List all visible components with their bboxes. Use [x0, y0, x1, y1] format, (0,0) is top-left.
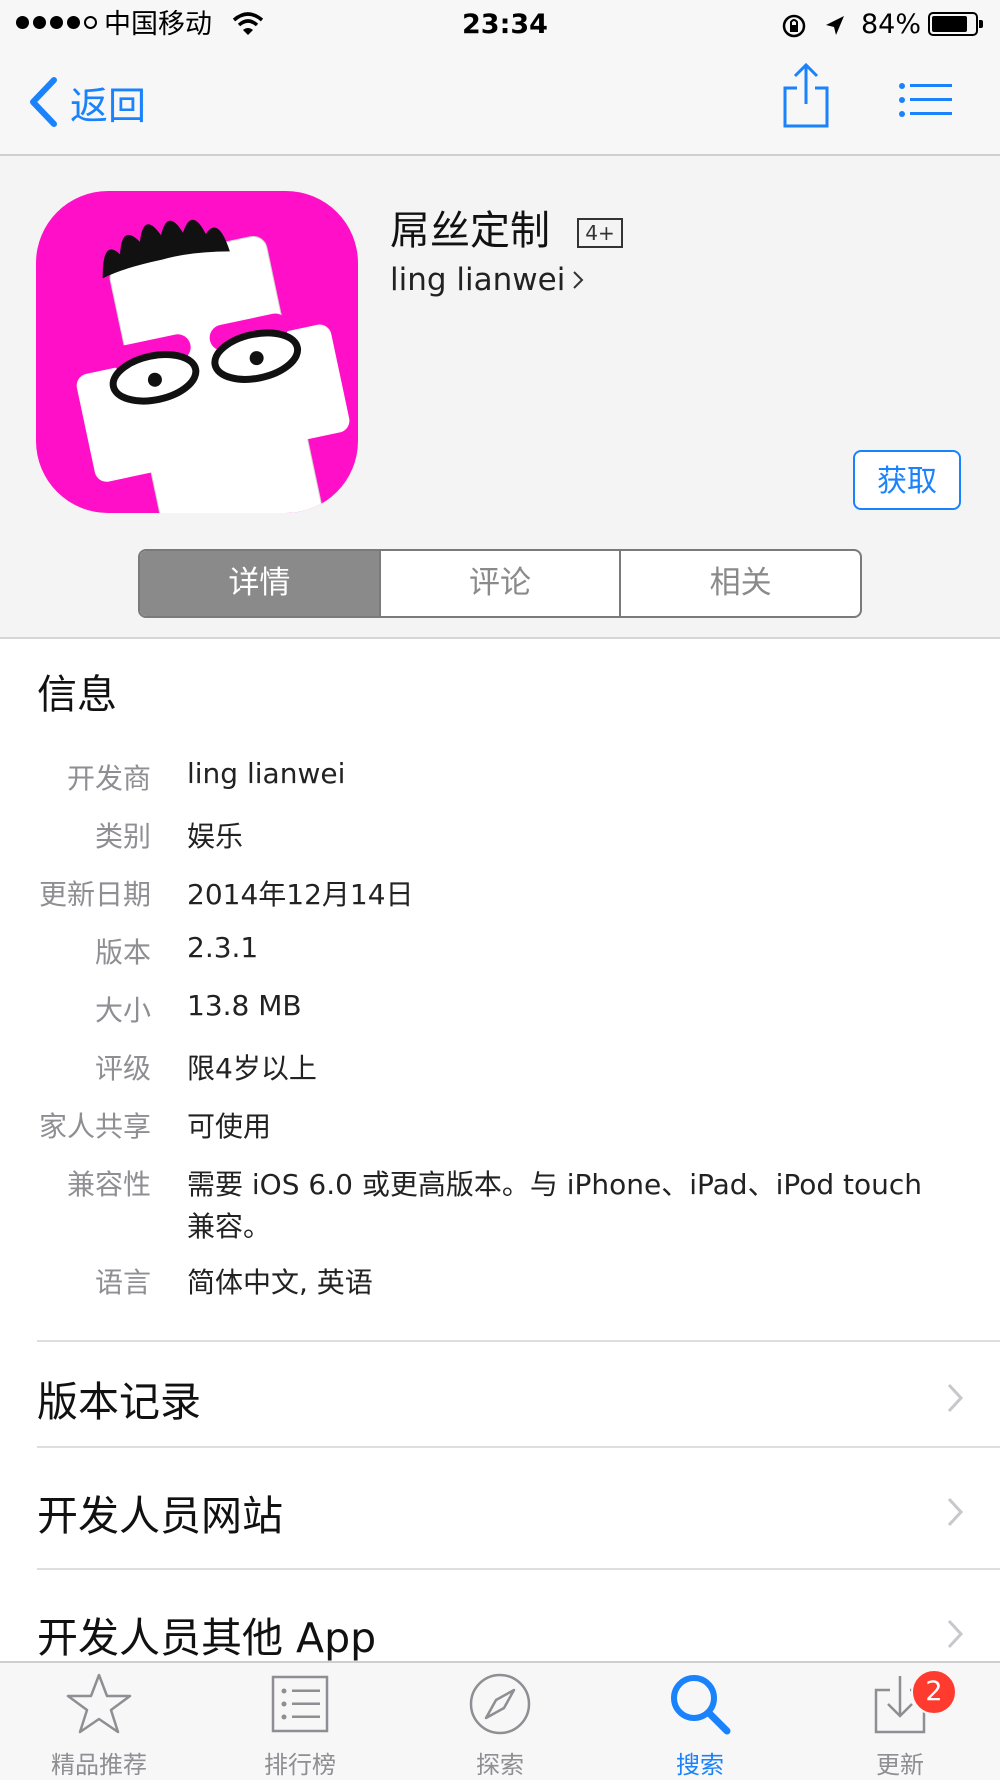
info-label-category: 类别 — [94, 820, 151, 853]
battery-percent: 84% — [861, 9, 922, 40]
share-icon[interactable] — [781, 62, 831, 130]
chevron-left-icon — [30, 77, 57, 127]
info-label-family-sharing: 家人共享 — [38, 1110, 151, 1143]
list-icon — [271, 1675, 329, 1733]
segmented-control: 详情 评论 相关 — [138, 549, 862, 618]
chevron-right-icon — [573, 271, 584, 289]
chevron-right-icon — [947, 1619, 964, 1649]
developer-other-apps-row[interactable]: 开发人员其他 App — [37, 1568, 1000, 1663]
info-value-compatibility-line2: 兼容。 — [187, 1210, 272, 1243]
battery-icon — [928, 12, 983, 36]
tab-charts-label: 排行榜 — [264, 1751, 336, 1779]
info-label-compatibility: 兼容性 — [66, 1168, 151, 1201]
back-button[interactable]: 返回 — [28, 74, 146, 130]
compass-icon — [469, 1673, 531, 1735]
chevron-right-icon — [947, 1383, 964, 1413]
tab-related[interactable]: 相关 — [621, 551, 860, 616]
clock: 23:34 — [462, 9, 548, 40]
info-value-compatibility-line1: 需要 iOS 6.0 或更高版本。与 iPhone、iPad、iPod touc… — [187, 1168, 923, 1201]
version-history-label: 版本记录 — [37, 1378, 201, 1426]
carrier-label: 中国移动 — [104, 9, 212, 40]
navigation-bar — [0, 50, 1000, 156]
star-icon — [66, 1673, 132, 1734]
tab-details[interactable]: 详情 — [140, 551, 381, 616]
developer-link[interactable]: ling lianwei — [390, 262, 585, 298]
tab-reviews[interactable]: 评论 — [381, 551, 622, 616]
developer-website-label: 开发人员网站 — [37, 1492, 283, 1540]
developer-other-apps-label: 开发人员其他 App — [37, 1614, 377, 1662]
get-button[interactable]: 获取 — [853, 450, 961, 510]
updates-badge: 2 — [911, 1669, 957, 1715]
signal-strength-icon — [16, 16, 97, 29]
tab-explore-label: 探索 — [476, 1751, 524, 1779]
app-title: 屌丝定制 — [390, 208, 550, 254]
tab-updates-label: 更新 — [876, 1751, 924, 1779]
info-value-size: 13.8 MB — [187, 989, 302, 1022]
wifi-icon — [232, 12, 264, 35]
info-section-title: 信息 — [37, 672, 117, 718]
status-bar: 中国移动 23:34 84% — [0, 0, 1000, 50]
info-value-category: 娱乐 — [187, 820, 244, 853]
info-label-updated: 更新日期 — [38, 878, 151, 911]
info-label-version: 版本 — [94, 936, 151, 969]
info-label-languages: 语言 — [94, 1266, 151, 1299]
rotation-lock-icon — [782, 14, 806, 38]
developer-name: ling lianwei — [390, 262, 566, 298]
age-rating-badge: 4+ — [577, 218, 623, 248]
info-value-version: 2.3.1 — [187, 931, 259, 964]
chevron-right-icon — [947, 1497, 964, 1527]
search-icon — [671, 1675, 731, 1735]
info-label-size: 大小 — [94, 994, 151, 1027]
location-icon — [826, 16, 844, 35]
info-value-developer: ling lianwei — [187, 757, 346, 790]
info-value-rating: 限4岁以上 — [187, 1052, 317, 1085]
list-menu-icon[interactable] — [898, 82, 954, 118]
tab-featured-label: 精品推荐 — [51, 1751, 147, 1779]
app-icon — [36, 191, 358, 513]
version-history-row[interactable]: 版本记录 — [37, 1340, 1000, 1448]
info-label-rating: 评级 — [94, 1052, 151, 1085]
developer-website-row[interactable]: 开发人员网站 — [37, 1446, 1000, 1570]
info-value-updated: 2014年12月14日 — [187, 878, 414, 911]
info-value-languages: 简体中文, 英语 — [187, 1266, 373, 1299]
info-value-family-sharing: 可使用 — [187, 1110, 272, 1143]
back-label: 返回 — [70, 83, 147, 128]
info-label-developer: 开发商 — [66, 762, 151, 795]
tab-search-label: 搜索 — [676, 1751, 724, 1779]
